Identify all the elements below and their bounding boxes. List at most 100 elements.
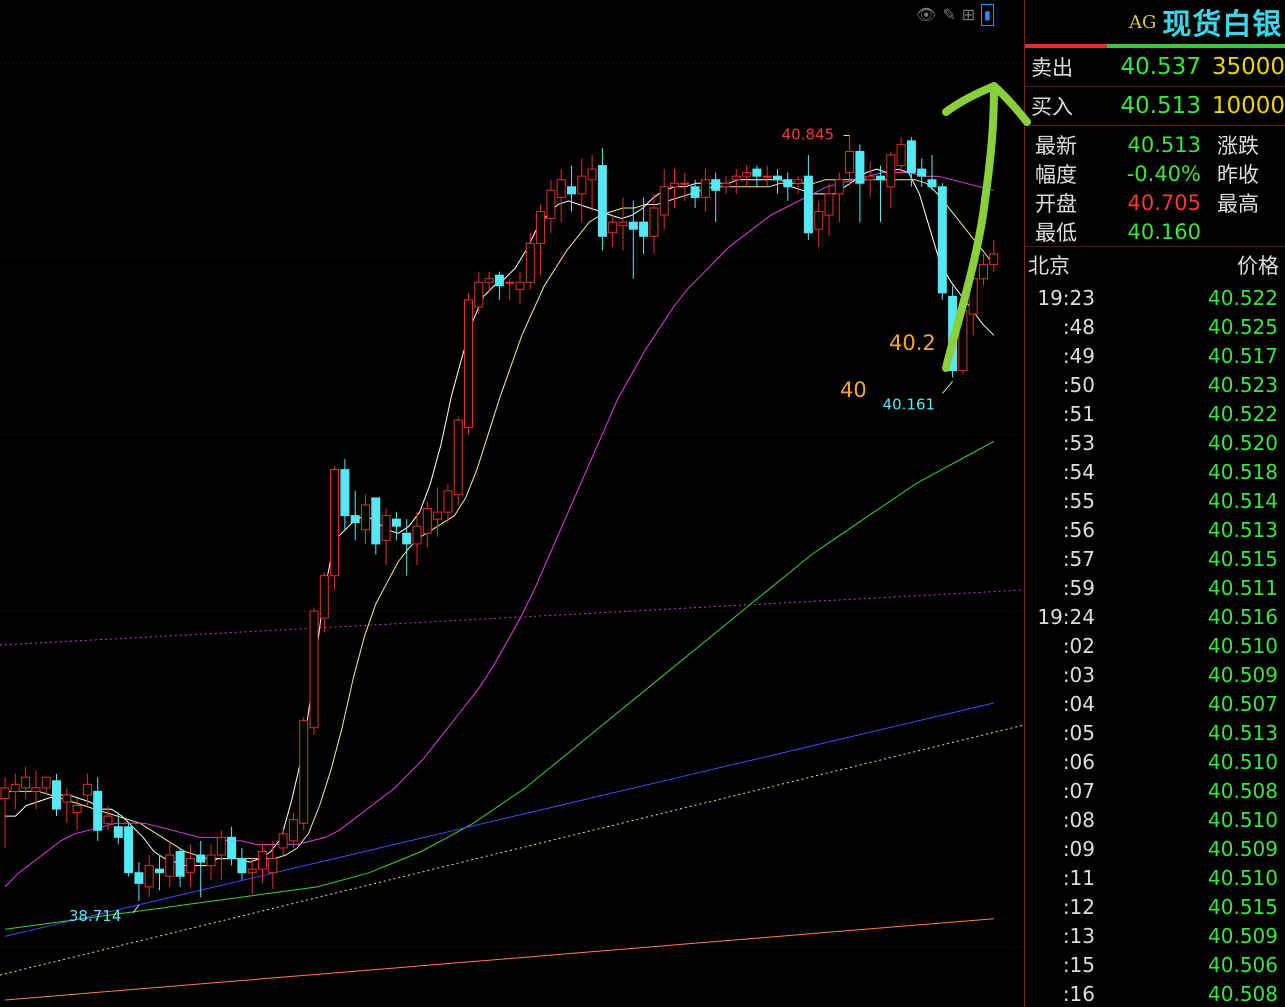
buy-quote-row: 买入 40.513 10000 (1025, 87, 1285, 126)
stat-row: 最新 40.513 涨跌 (1025, 130, 1285, 159)
candle-body (721, 182, 731, 188)
candle-body (505, 281, 515, 284)
candle-body (690, 186, 700, 198)
candle-body (330, 469, 340, 577)
ma-line-ma60 (4, 440, 995, 930)
tick-time: :11 (1062, 865, 1095, 890)
candle-body (412, 525, 422, 545)
candle-body (659, 186, 669, 216)
candle-body (52, 780, 61, 810)
tick-price: 40.513 (1208, 517, 1278, 542)
sell-quantity: 35000 (1211, 54, 1285, 80)
tick-row: :03 40.509 (1025, 660, 1285, 689)
ticks-header: 北京 价格 (1025, 247, 1285, 283)
tick-row: :04 40.507 (1025, 689, 1285, 718)
candle-body (453, 419, 463, 495)
tick-row: 19:23 40.522 (1025, 283, 1285, 312)
candle-body (628, 221, 638, 230)
buy-quantity: 10000 (1211, 93, 1285, 119)
tick-row: :05 40.513 (1025, 718, 1285, 747)
stat-label: 最低 (1035, 220, 1077, 245)
tick-time: :56 (1062, 517, 1095, 542)
candle-body (474, 281, 484, 308)
buy-label: 买入 (1031, 95, 1073, 119)
level-label-40: 40 (840, 378, 867, 402)
candle-body (700, 179, 710, 198)
tick-row: :56 40.513 (1025, 515, 1285, 544)
tick-row: :08 40.510 (1025, 805, 1285, 834)
candle-body (793, 179, 803, 184)
candle-body (155, 868, 164, 874)
candle-body (134, 872, 144, 884)
candle-body (82, 783, 92, 796)
trend-guide-line (0, 724, 1024, 976)
stat-label: 幅度 (1035, 162, 1077, 187)
candle-body (536, 211, 546, 244)
candle-body (41, 776, 51, 789)
tick-time: :15 (1062, 952, 1095, 977)
tick-price: 40.515 (1208, 894, 1278, 919)
tick-time: :49 (1062, 343, 1095, 368)
pencil-icon[interactable]: ✎ (942, 5, 955, 25)
candle-body (124, 826, 134, 874)
ticks-header-time: 北京 (1028, 254, 1070, 278)
candle-body (773, 175, 782, 181)
tick-time: :03 (1062, 662, 1095, 687)
tick-time: :53 (1062, 430, 1095, 455)
level-label-40-2: 40.2 (889, 331, 936, 355)
candle-body (10, 783, 20, 792)
tick-time: :06 (1062, 749, 1095, 774)
stat-row: 开盘 40.705 最高 (1025, 188, 1285, 217)
low-price-pointer (942, 381, 953, 394)
eye-icon[interactable]: 👁 (916, 5, 936, 25)
tick-row: :02 40.510 (1025, 631, 1285, 660)
candle-body (834, 179, 844, 195)
tick-row: :13 40.509 (1025, 921, 1285, 950)
candle-body (237, 858, 247, 874)
ma-line-ma250 (4, 918, 994, 1001)
chart-toolbar: 👁 ✎ ⊞ ▮ (916, 4, 994, 26)
tick-row: :49 40.517 (1025, 341, 1285, 370)
tick-price: 40.516 (1208, 604, 1278, 629)
tick-time: :07 (1062, 778, 1095, 803)
candle-body (258, 851, 267, 870)
tick-price: 40.509 (1208, 836, 1278, 861)
tick-price: 40.522 (1208, 285, 1278, 310)
candle-body (680, 182, 690, 185)
tick-list[interactable]: 19:23 40.522:48 40.525:49 40.517:50 40.523:5… (1025, 283, 1285, 1007)
candle-body (319, 575, 329, 619)
tick-row: :57 40.515 (1025, 544, 1285, 573)
tick-price: 40.510 (1208, 749, 1278, 774)
candle-body (824, 193, 834, 216)
candle-body (896, 143, 906, 167)
candle-body (309, 610, 319, 729)
tick-row: :07 40.508 (1025, 776, 1285, 805)
stat-label-secondary: 昨收 (1217, 162, 1259, 187)
tick-time: :55 (1062, 488, 1095, 513)
stats-block: 最新 40.513 涨跌 幅度 -0.40% 昨收 开盘 40.705 最高 最… (1025, 126, 1285, 247)
tick-price: 40.514 (1208, 488, 1278, 513)
candle-body (639, 221, 649, 237)
candle-body (515, 281, 525, 290)
tick-time: :13 (1062, 923, 1095, 948)
tick-price: 40.509 (1208, 662, 1278, 687)
candle-body (144, 865, 154, 888)
candle-body (917, 168, 927, 177)
grid-icon[interactable]: ⊞ (962, 5, 975, 25)
candle-body (227, 836, 237, 860)
tick-time: :12 (1062, 894, 1095, 919)
candle-body (865, 175, 875, 181)
stat-value: 40.513 (1127, 132, 1201, 157)
kline-chart[interactable]: 40.845 40.161 38.714 40.2 40 (0, 0, 1024, 1007)
tick-row: :50 40.523 (1025, 370, 1285, 399)
candle-body (165, 854, 175, 877)
candle-body (422, 508, 432, 534)
stat-row: 最低 40.160 (1025, 217, 1285, 246)
candle-body (762, 175, 772, 178)
tick-row: :09 40.509 (1025, 834, 1285, 863)
stat-label-secondary: 最高 (1217, 191, 1259, 216)
candle-body (464, 299, 473, 428)
panel-toggle-icon[interactable]: ▮ (981, 4, 994, 26)
tick-price: 40.510 (1208, 865, 1278, 890)
tick-time: 19:24 (1037, 604, 1095, 629)
